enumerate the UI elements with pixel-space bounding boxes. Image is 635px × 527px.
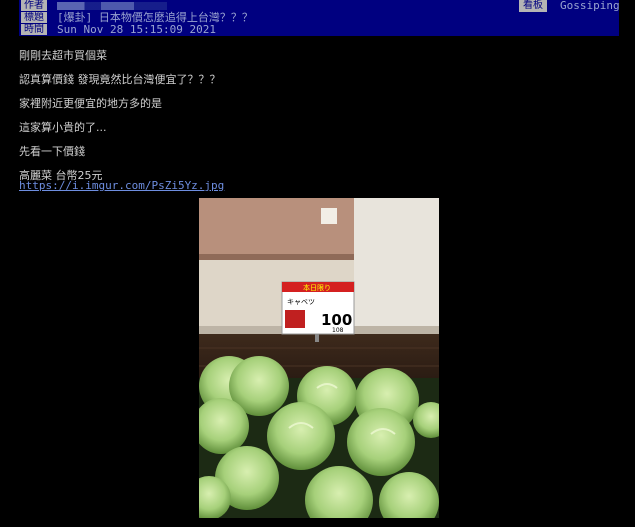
body-line: 先看一下價錢 [19,145,85,158]
title-label: 標題 [21,12,47,23]
body-line: 剛剛去超市買個菜 [19,49,107,62]
photo-illustration: 本日限り キャベツ 100 108 [199,198,439,518]
price-tag-top: 本日限り [303,283,331,292]
board-name[interactable]: Gossiping [560,0,620,12]
body-line: 認真算價錢 發現竟然比台灣便宜了？？？ [19,73,221,86]
image-link[interactable]: https://i.imgur.com/PsZi5Yz.jpg [19,179,224,192]
board-label: 看板 [519,0,547,12]
time-label: 時間 [21,24,47,35]
cabbage-photo[interactable]: 本日限り キャベツ 100 108 [199,198,439,518]
price-tag: 本日限り キャベツ 100 108 [281,281,355,342]
body-line: 這家算小貴的了... [19,121,107,134]
cabbages [199,356,439,518]
post-header: 作者 看板 Gossiping 標題 [爆卦] 日本物價怎麼追得上台灣？？？ 時… [19,0,620,36]
body-line: 家裡附近更便宜的地方多的是 [19,97,162,110]
post-time: Sun Nov 28 15:15:09 2021 [57,23,216,36]
time-row: 時間 Sun Nov 28 15:15:09 2021 [19,24,619,36]
author-label: 作者 [21,0,47,11]
price-tax: 108 [332,327,344,334]
price-tag-name: キャベツ [287,298,315,306]
author-value-redacted [57,2,167,10]
